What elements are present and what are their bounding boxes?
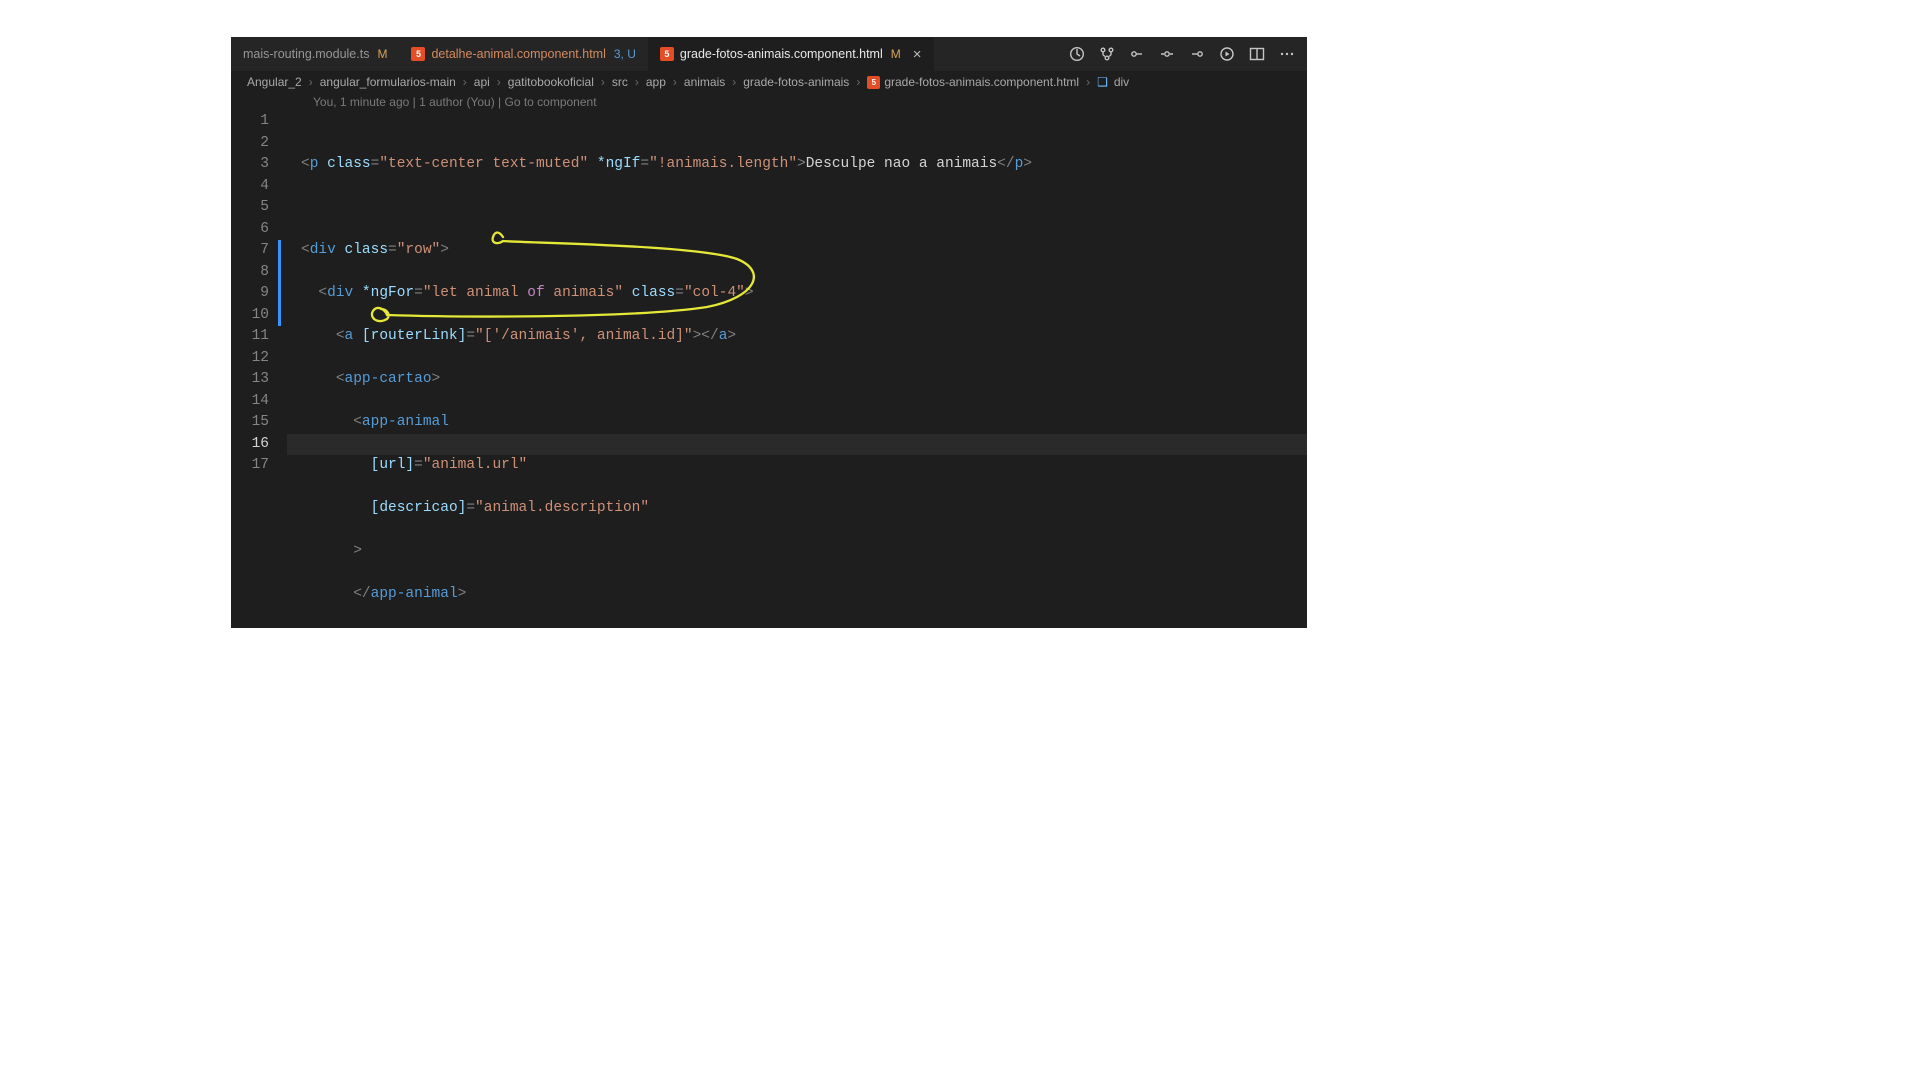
codelens-goto-component[interactable]: Go to component (504, 95, 596, 109)
breadcrumb[interactable]: Angular_2› angular_formularios-main› api… (231, 71, 1307, 93)
tab-status-badge: 3, U (614, 47, 636, 61)
tab-grade-fotos[interactable]: 5 grade-fotos-animais.component.html M × (648, 37, 934, 71)
tab-label: detalhe-animal.component.html (431, 47, 605, 61)
tab-status-badge: M (377, 47, 387, 61)
breadcrumb-segment[interactable]: gatitobookoficial (508, 75, 594, 89)
editor-toolbar-right (1069, 46, 1307, 62)
breadcrumb-segment[interactable]: angular_formularios-main (320, 75, 456, 89)
more-icon[interactable] (1279, 46, 1295, 62)
breadcrumb-symbol[interactable]: div (1114, 75, 1129, 89)
breadcrumb-file[interactable]: grade-fotos-animais.component.html (884, 75, 1079, 89)
dash-icon[interactable] (1159, 46, 1175, 62)
breadcrumb-segment[interactable]: grade-fotos-animais (743, 75, 849, 89)
compare-icon[interactable] (1099, 46, 1115, 62)
tab-label: mais-routing.module.ts (243, 47, 369, 61)
next-change-icon[interactable] (1189, 46, 1205, 62)
tab-label: grade-fotos-animais.component.html (680, 47, 883, 61)
tab-routing[interactable]: mais-routing.module.ts M (231, 37, 399, 71)
codelens-blame: You, 1 minute ago | 1 author (You) | (313, 95, 504, 109)
close-icon[interactable]: × (913, 47, 922, 62)
run-icon[interactable] (1219, 46, 1235, 62)
code-editor[interactable]: 1234 5678 9101112 13141516 17 <p class="… (231, 111, 1307, 628)
tab-status-badge: M (891, 47, 901, 61)
html5-icon: 5 (411, 47, 425, 61)
tab-detalhe[interactable]: 5 detalhe-animal.component.html 3, U (399, 37, 647, 71)
html5-icon: 5 (660, 47, 674, 61)
breadcrumb-segment[interactable]: animais (684, 75, 725, 89)
html5-icon: 5 (867, 76, 880, 89)
tab-bar: mais-routing.module.ts M 5 detalhe-anima… (231, 37, 1307, 71)
codelens: You, 1 minute ago | 1 author (You) | Go … (231, 93, 1307, 111)
symbol-icon: ❑ (1097, 75, 1108, 89)
split-editor-icon[interactable] (1249, 46, 1265, 62)
prev-change-icon[interactable] (1129, 46, 1145, 62)
breadcrumb-segment[interactable]: src (612, 75, 628, 89)
history-icon[interactable] (1069, 46, 1085, 62)
breadcrumb-segment[interactable]: Angular_2 (247, 75, 302, 89)
breadcrumb-segment[interactable]: api (474, 75, 490, 89)
code-content[interactable]: <p class="text-center text-muted" *ngIf=… (287, 111, 1307, 628)
editor-window: mais-routing.module.ts M 5 detalhe-anima… (231, 37, 1307, 628)
breadcrumb-segment[interactable]: app (646, 75, 666, 89)
line-gutter: 1234 5678 9101112 13141516 17 (231, 111, 287, 628)
